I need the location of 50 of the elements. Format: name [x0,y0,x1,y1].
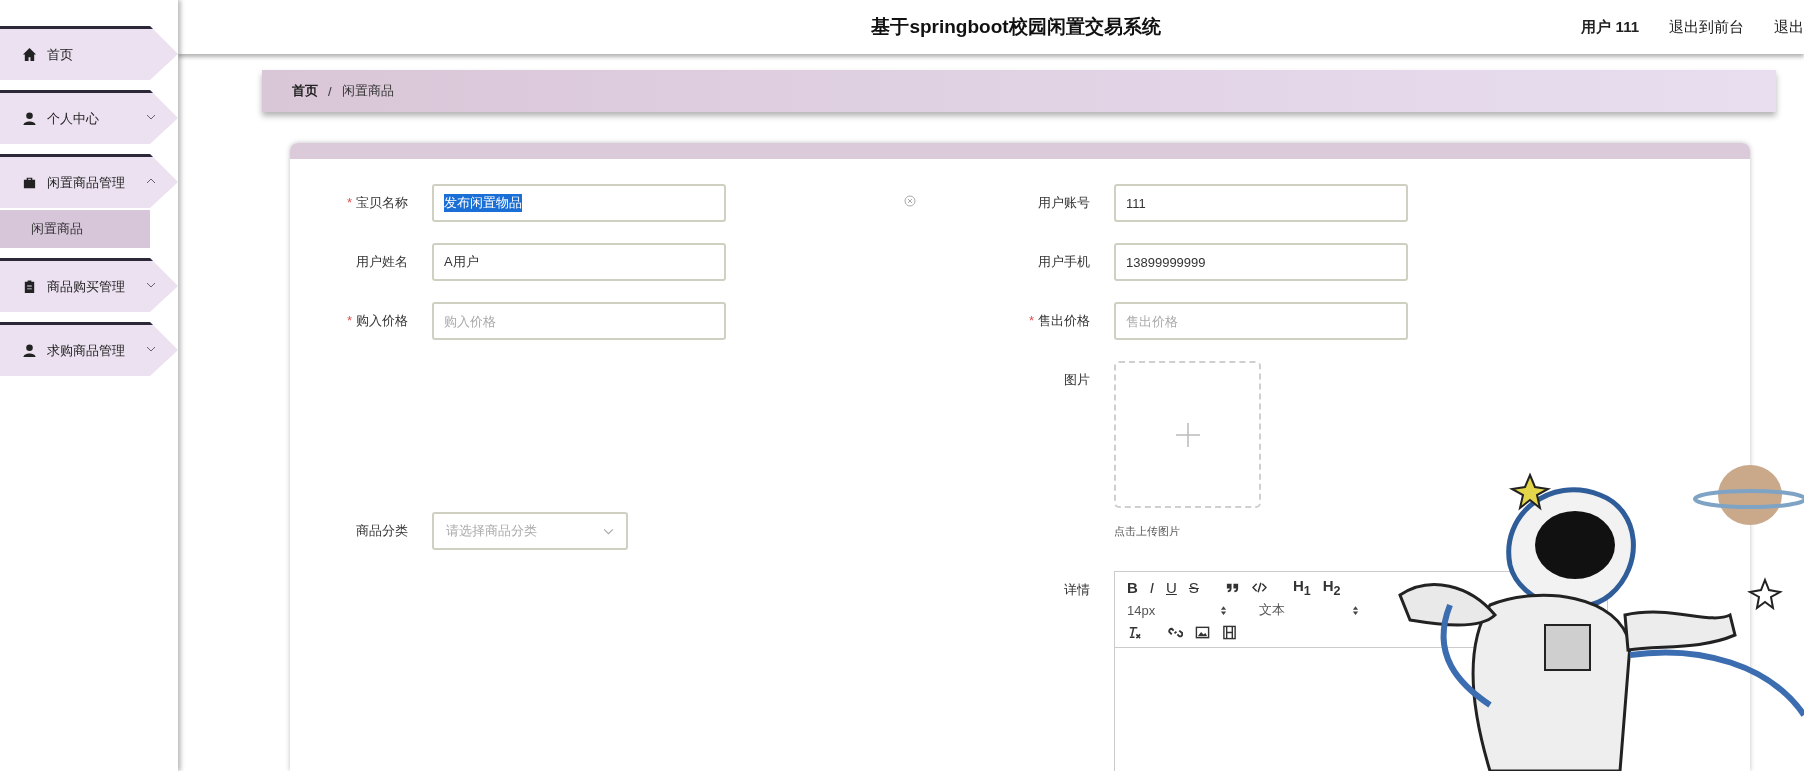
breadcrumb-link[interactable]: 首页 [292,82,318,100]
clipboard-icon [22,279,37,294]
text-field[interactable]: 购入价格 [432,302,726,340]
user-icon [22,343,37,358]
breadcrumb-current: 闲置商品 [341,82,394,100]
system-title: 基于springboot校园闲置交易系统 [871,15,1161,39]
user-icon [22,111,37,126]
sidebar-item[interactable]: 闲置商品管理 [0,154,178,208]
chevron-down-icon [603,527,614,535]
text-field[interactable]: 13899999999 [1114,243,1408,281]
sidebar-item[interactable]: 商品购买管理 [0,258,178,312]
sidebar-item[interactable]: 个人中心 [0,90,178,144]
text-style-select[interactable]: 文本 [1259,601,1379,619]
field-label: 详情 [1063,581,1091,599]
image-icon[interactable] [1195,624,1210,640]
header-link[interactable]: 退出 [1774,17,1804,37]
plus-icon [1173,420,1202,449]
field-label: 图片 [1063,371,1091,389]
field-label: 用户手机 [1037,253,1091,271]
video-icon[interactable] [1222,624,1237,640]
home-icon [22,47,37,62]
user-name: 用户 111 [1581,17,1639,37]
sidebar-item[interactable]: 求购商品管理 [0,322,178,376]
sidebar-item[interactable]: 首页 [0,26,178,80]
font-size-select[interactable]: 14px [1127,602,1247,618]
text-field[interactable]: 111 [1114,184,1408,222]
text-field[interactable]: A用户 [432,243,726,281]
breadcrumb-separator: / [328,83,332,99]
clear-format-icon[interactable] [1127,624,1142,640]
text-field[interactable]: 发布闲置物品 [432,184,726,222]
text-field[interactable]: 售出价格 [1114,302,1408,340]
field-label: 用户姓名 [355,253,409,271]
header-link[interactable]: 退出到前台 [1669,17,1744,37]
heading-button[interactable]: H$_{2}$ [1322,577,1341,598]
bold-button[interactable]: B [1127,579,1138,596]
sidebar-subitem[interactable]: 闲置商品 [0,210,150,248]
briefcase-icon [22,175,37,190]
code-icon[interactable] [1251,580,1267,595]
italic-button[interactable]: I [1149,579,1154,596]
field-label: 用户账号 [1037,194,1091,212]
heading-button[interactable]: H$_{1}$ [1292,577,1311,598]
field-label: * 宝贝名称 [345,194,409,212]
field-label: 商品分类 [355,522,409,540]
field-label: * 售出价格 [1027,312,1091,330]
underline-button[interactable]: U [1166,579,1177,596]
field-label: * 购入价格 [345,312,409,330]
updown-icon [1352,604,1359,616]
upload-hint: 点击上传图片 [1114,524,1181,539]
updown-icon [1220,604,1227,616]
strikethrough-button[interactable]: S [1188,579,1199,596]
